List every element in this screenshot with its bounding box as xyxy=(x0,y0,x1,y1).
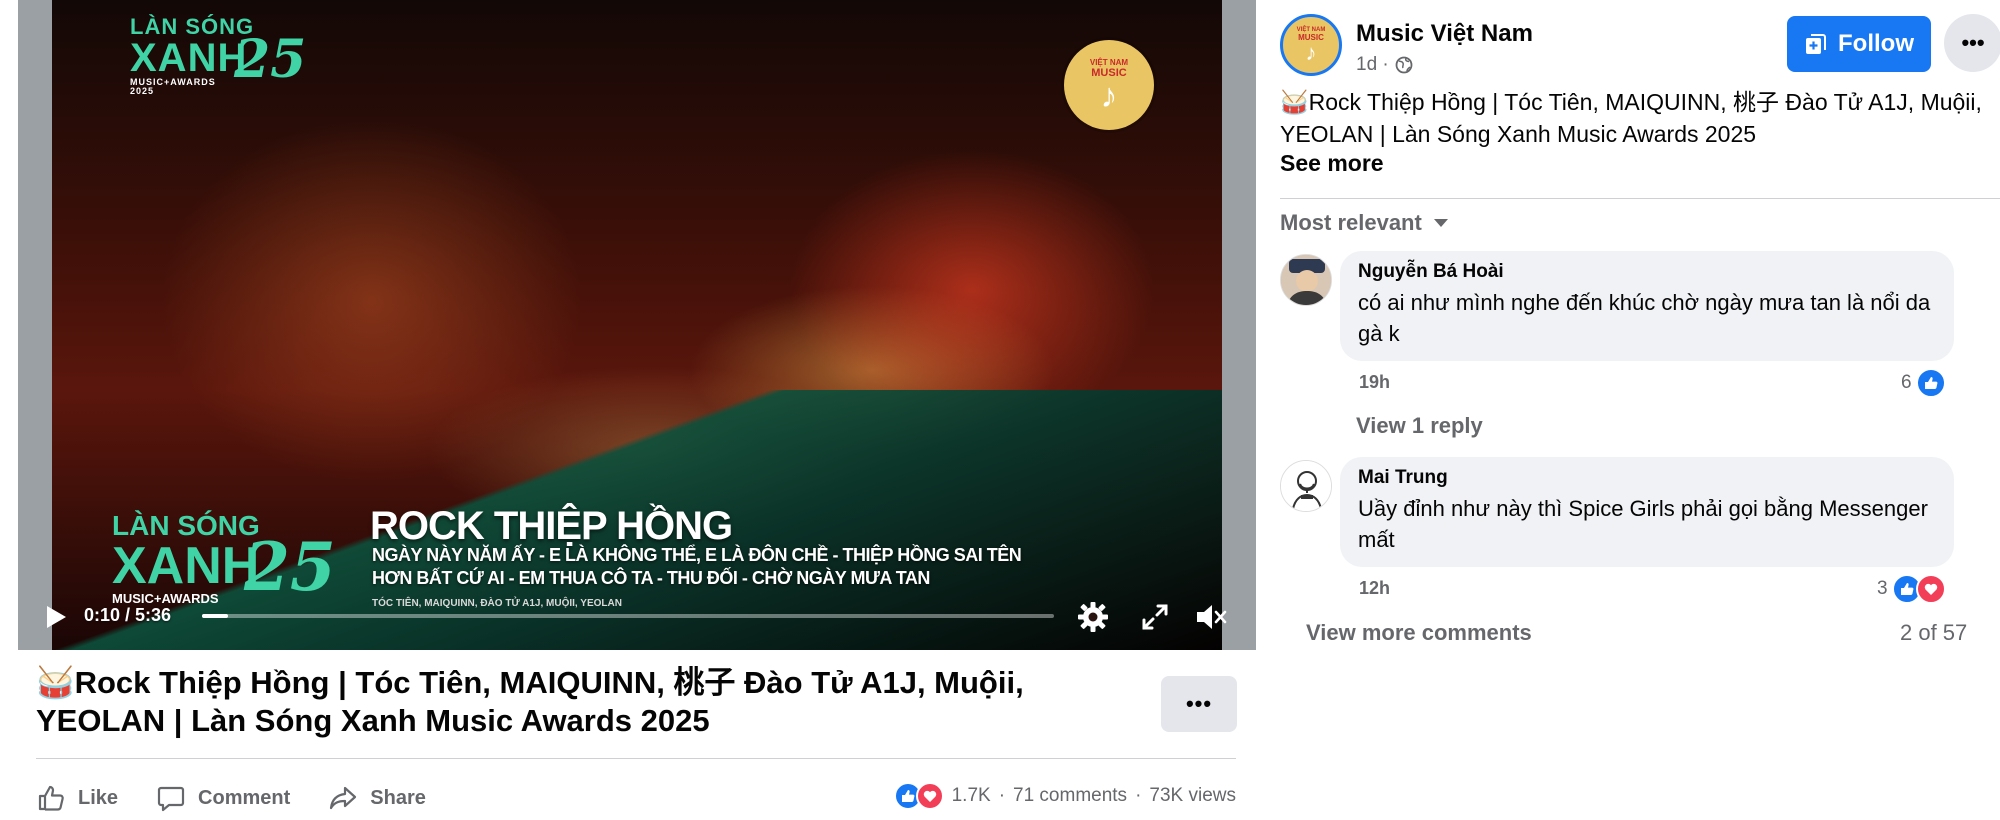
logo-line-1: LÀN SÓNG xyxy=(112,510,260,541)
music-note-icon: ♪ xyxy=(1305,39,1317,65)
video-frame[interactable]: LÀN SÓNG XANH MUSIC+AWARDS 2025 25 VIỆT … xyxy=(52,0,1222,650)
settings-gear-icon[interactable] xyxy=(1076,600,1110,634)
share-label: Share xyxy=(370,786,426,809)
logo-line-2: XANH xyxy=(112,537,260,595)
comment-reactions[interactable]: 3 xyxy=(1877,574,1946,604)
post-stats: 1.7K · 71 comments · 73K views xyxy=(893,782,1236,810)
song-title-overlay: ROCK THIỆP HỒNG xyxy=(370,504,733,548)
page-avatar[interactable]: VIỆT NAM MUSIC ♪ xyxy=(1280,14,1342,76)
badge-top-text: VIỆT NAM xyxy=(1089,57,1129,67)
comment-reactions[interactable]: 6 xyxy=(1901,368,1946,398)
comment-label: Comment xyxy=(198,786,291,809)
page-more-options-button[interactable]: ••• xyxy=(1944,14,2000,72)
separator: · xyxy=(998,785,1006,806)
comment-author[interactable]: Nguyễn Bá Hoài xyxy=(1358,261,1936,283)
play-icon[interactable] xyxy=(40,602,70,632)
comments-count[interactable]: 71 comments xyxy=(1013,785,1127,807)
like-button[interactable]: Like xyxy=(36,783,118,813)
comment-time[interactable]: 12h xyxy=(1359,578,1390,599)
video-progress-bar[interactable] xyxy=(202,614,1054,618)
like-reaction-icon xyxy=(1915,368,1946,398)
love-reaction-icon xyxy=(1915,574,1946,604)
comment-time[interactable]: 19h xyxy=(1359,372,1390,393)
video-controls: 0:10 / 5:36 xyxy=(18,588,1256,650)
facebook-video-page: LÀN SÓNG XANH MUSIC+AWARDS 2025 25 VIỆT … xyxy=(0,0,2000,820)
comment-sort-dropdown[interactable]: Most relevant xyxy=(1280,210,1448,236)
sort-label: Most relevant xyxy=(1280,210,1422,235)
see-more-link[interactable]: See more xyxy=(1280,150,1384,177)
comment-reaction-count: 3 xyxy=(1877,578,1888,599)
page-name[interactable]: Music Việt Nam xyxy=(1356,20,1533,48)
love-reaction-icon xyxy=(915,782,944,810)
comment-reaction-count: 6 xyxy=(1901,372,1912,393)
video-time: 0:10 / 5:36 xyxy=(84,605,172,625)
reactions-count[interactable]: 1.7K xyxy=(952,785,991,807)
song-list-line-1: NGÀY NÀY NĂM ẤY - E LÀ KHÔNG THỂ, E LÀ Đ… xyxy=(372,545,1022,565)
commenter-avatar[interactable] xyxy=(1280,254,1332,306)
post-age[interactable]: 1d · xyxy=(1356,54,1389,76)
thumbs-up-icon xyxy=(38,785,64,811)
comment-button[interactable]: Comment xyxy=(156,783,290,813)
post-title: 🥁Rock Thiệp Hồng | Tóc Tiên, MAIQUINN, 桃… xyxy=(36,665,1024,738)
separator: · xyxy=(1135,785,1142,806)
comments-page-count: 2 of 57 xyxy=(1900,620,1968,645)
muted-volume-icon[interactable] xyxy=(1194,600,1228,634)
globe-icon xyxy=(1395,56,1413,74)
comment-bubble-icon xyxy=(157,786,185,812)
comment-bubble: Nguyễn Bá Hoài có ai như mình nghe đến k… xyxy=(1340,251,1954,361)
logo-number: 25 xyxy=(234,29,307,90)
fullscreen-icon[interactable] xyxy=(1138,600,1172,634)
follow-label: Follow xyxy=(1838,30,1914,57)
post-meta: 1d · xyxy=(1356,54,1413,76)
share-arrow-icon xyxy=(330,786,357,810)
view-replies-link[interactable]: View 1 reply xyxy=(1356,413,1483,439)
video-player[interactable]: LÀN SÓNG XANH MUSIC+AWARDS 2025 25 VIỆT … xyxy=(18,0,1256,650)
divider xyxy=(36,758,1236,759)
caret-down-icon xyxy=(1433,219,1448,227)
views-count: 73K views xyxy=(1149,785,1236,806)
comment-text: Uầy đỉnh như này thì Spice Girls phải gọ… xyxy=(1358,496,1928,552)
view-more-comments-link[interactable]: View more comments xyxy=(1306,620,1532,646)
like-label: Like xyxy=(78,786,119,809)
song-list-line-2: HƠN BẤT CỨ AI - EM THUA CÔ TA - THU ĐỐI … xyxy=(372,568,930,588)
comment-text: có ai như mình nghe đến khúc chờ ngày mư… xyxy=(1358,290,1931,346)
divider xyxy=(1280,198,2000,199)
comment-bubble: Mai Trung Uầy đỉnh như này thì Spice Gir… xyxy=(1340,457,1954,567)
share-button[interactable]: Share xyxy=(328,783,426,813)
music-vietnam-badge: VIỆT NAM MUSIC ♪ xyxy=(1064,40,1154,130)
post-more-options-button[interactable]: ••• xyxy=(1161,676,1237,732)
post-caption: 🥁Rock Thiệp Hồng | Tóc Tiên, MAIQUINN, 桃… xyxy=(1280,89,1982,147)
follow-page-icon xyxy=(1806,34,1826,54)
music-note-icon: ♪ xyxy=(1100,76,1118,115)
video-logo-top: LÀN SÓNG XANH MUSIC+AWARDS 2025 25 xyxy=(130,16,306,96)
comment-author[interactable]: Mai Trung xyxy=(1358,467,1936,489)
commenter-avatar[interactable] xyxy=(1280,460,1332,512)
video-progress-fill xyxy=(202,614,228,618)
reaction-icons[interactable] xyxy=(893,782,944,810)
post-actions-bar: Like Comment Share xyxy=(36,780,464,816)
follow-button[interactable]: Follow xyxy=(1787,16,1931,72)
